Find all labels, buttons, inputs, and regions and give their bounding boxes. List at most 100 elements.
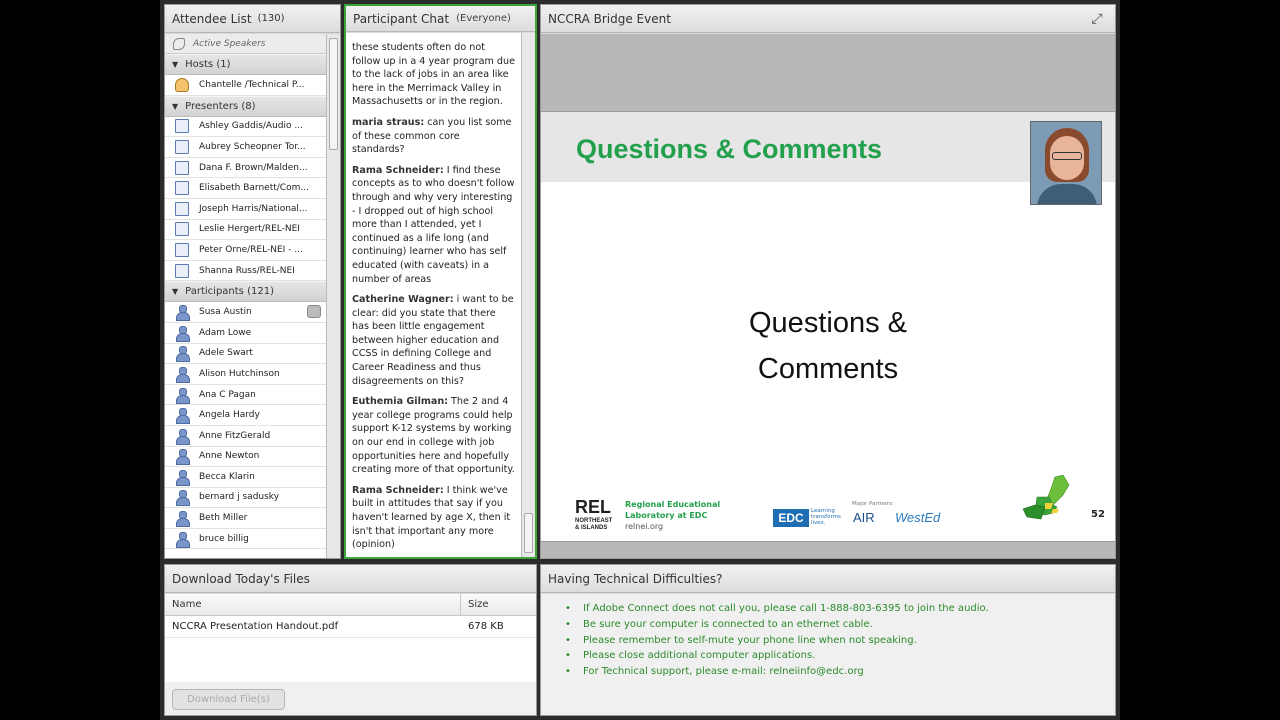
chat-scope[interactable]: (Everyone): [456, 13, 511, 24]
attendee-name: bruce billig: [199, 533, 249, 544]
attendee-name: Joseph Harris/National...: [199, 203, 308, 214]
files-pod-header: Download Today's Files: [165, 565, 536, 593]
attendee-row[interactable]: Susa Austin: [165, 302, 327, 323]
file-name: NCCRA Presentation Handout.pdf: [172, 621, 339, 632]
presenter-icon: [175, 201, 189, 216]
participant-icon: [175, 449, 190, 466]
attendee-row[interactable]: Adam Lowe: [165, 323, 327, 344]
chat-messages: these students often do not follow up in…: [346, 33, 521, 557]
scrollbar-thumb[interactable]: [329, 38, 338, 150]
share-content-area: Questions & Comments Questions & Comment…: [541, 34, 1115, 558]
wested-logo: WestEd: [895, 510, 941, 525]
fullscreen-icon[interactable]: ⤢: [1089, 11, 1105, 27]
chat-author: Rama Schneider:: [352, 164, 444, 176]
attendee-row[interactable]: Chantelle /Technical P...: [165, 75, 327, 96]
photo-shirt: [1037, 184, 1097, 204]
attendee-name: Shanna Russ/REL-NEI: [199, 265, 295, 276]
attendee-row[interactable]: Dana F. Brown/Malden...: [165, 158, 327, 179]
presenter-icon: [175, 139, 189, 154]
download-files-button[interactable]: Download File(s): [172, 689, 285, 710]
attendee-row[interactable]: Becca Klarin: [165, 467, 327, 488]
chat-scrollbar[interactable]: [521, 33, 535, 557]
new-england-map-icon: [1023, 475, 1070, 520]
chat-text: I find these concepts as to who doesn't …: [352, 164, 515, 285]
photo-glasses: [1052, 152, 1082, 160]
participant-icon: [175, 346, 190, 363]
attendee-scrollbar[interactable]: [326, 34, 340, 558]
active-speakers-row[interactable]: Active Speakers: [165, 34, 327, 54]
attendee-row[interactable]: Peter Orne/REL-NEI - ...: [165, 240, 327, 261]
chat-message: Rama Schneider: I think we've built in a…: [352, 484, 515, 552]
attendee-row[interactable]: Adele Swart: [165, 344, 327, 365]
tech-note: Be sure your computer is connected to an…: [565, 617, 1115, 633]
rel-logo-sub2: & ISLANDS: [575, 525, 608, 531]
file-size: 678 KB: [468, 621, 504, 632]
attendee-row[interactable]: bruce billig: [165, 529, 327, 550]
attendee-name: Angela Hardy: [199, 410, 260, 421]
tech-note: Please close additional computer applica…: [565, 648, 1115, 664]
chat-text: i want to be clear: did you state that t…: [352, 294, 514, 387]
file-row[interactable]: NCCRA Presentation Handout.pdf 678 KB: [165, 616, 536, 638]
attendee-row[interactable]: Joseph Harris/National...: [165, 199, 327, 220]
chat-text: The 2 and 4 year college programs could …: [352, 396, 515, 476]
attendee-row[interactable]: Anne Newton: [165, 447, 327, 468]
participant-icon: [175, 366, 190, 383]
attendee-row[interactable]: Beth Miller: [165, 508, 327, 529]
attendee-name: Peter Orne/REL-NEI - ...: [199, 244, 303, 255]
attendee-name: Ashley Gaddis/Audio ...: [199, 121, 303, 132]
files-table: Name Size NCCRA Presentation Handout.pdf…: [165, 594, 536, 715]
slide-page-number: 52: [1091, 509, 1105, 520]
tech-note: If Adobe Connect does not call you, plea…: [565, 601, 1115, 617]
attendee-row[interactable]: Leslie Hergert/REL-NEI: [165, 220, 327, 241]
attendee-count: (130): [257, 13, 285, 24]
participant-icon: [175, 387, 190, 404]
attendee-row[interactable]: Elisabeth Barnett/Com...: [165, 178, 327, 199]
scrollbar-thumb[interactable]: [524, 513, 533, 553]
collapse-triangle-icon[interactable]: ▼: [172, 60, 178, 69]
presenter-icon: [175, 160, 189, 175]
presenter-icon: [175, 263, 189, 278]
chat-author: Euthemia Gilman:: [352, 396, 448, 408]
participant-icon: [175, 511, 190, 528]
column-size-header[interactable]: Size: [461, 594, 536, 615]
group-presenters[interactable]: ▼ Presenters (8): [165, 95, 327, 117]
attendee-name: Leslie Hergert/REL-NEI: [199, 224, 300, 235]
attendee-name: Ana C Pagan: [199, 389, 256, 400]
partners-label: Major Partners:: [852, 501, 894, 507]
presentation-slide: Questions & Comments Questions & Comment…: [541, 111, 1115, 542]
air-logo: AIR: [853, 510, 875, 525]
share-pod-header: NCCRA Bridge Event ⤢: [541, 5, 1115, 33]
group-hosts-label: Hosts (1): [185, 59, 231, 70]
attendee-row[interactable]: Angela Hardy: [165, 405, 327, 426]
rel-description: Regional Educational Laboratory at EDC r…: [625, 499, 720, 532]
phone-icon: [173, 37, 185, 50]
tech-pod-header: Having Technical Difficulties?: [541, 565, 1115, 593]
chat-author: Rama Schneider:: [352, 484, 444, 496]
group-hosts[interactable]: ▼ Hosts (1): [165, 54, 327, 75]
chat-title: Participant Chat: [353, 11, 450, 26]
technical-difficulties-pod: Having Technical Difficulties? If Adobe …: [540, 564, 1116, 716]
attendee-row[interactable]: Alison Hutchinson: [165, 364, 327, 385]
edc-tagline: Learning transforms lives.: [811, 508, 841, 526]
attendee-pod-header: Attendee List (130): [165, 5, 340, 33]
participant-icon: [175, 325, 190, 342]
attendee-row[interactable]: Ashley Gaddis/Audio ...: [165, 117, 327, 138]
attendee-row[interactable]: Aubrey Scheopner Tor...: [165, 137, 327, 158]
attendee-row[interactable]: bernard j sadusky: [165, 488, 327, 509]
attendee-row[interactable]: Shanna Russ/REL-NEI: [165, 261, 327, 282]
files-title: Download Today's Files: [172, 571, 310, 586]
column-name-header[interactable]: Name: [165, 594, 461, 615]
attendee-list-pod: Attendee List (130) Active Speakers ▼ Ho…: [164, 4, 341, 559]
participant-chat-pod: Participant Chat (Everyone) these studen…: [344, 4, 537, 559]
share-pod: NCCRA Bridge Event ⤢ Questions & Comment…: [540, 4, 1116, 559]
attendee-row[interactable]: Ana C Pagan: [165, 385, 327, 406]
group-participants-label: Participants (121): [185, 286, 274, 298]
collapse-triangle-icon[interactable]: ▼: [172, 102, 178, 111]
participant-icon: [175, 408, 190, 425]
collapse-triangle-icon[interactable]: ▼: [172, 287, 178, 296]
group-participants[interactable]: ▼ Participants (121): [165, 281, 327, 303]
presenter-photo: [1030, 121, 1102, 205]
attendee-row[interactable]: Anne FitzGerald: [165, 426, 327, 447]
attendee-name: Anne FitzGerald: [199, 430, 271, 441]
participant-icon: [175, 531, 190, 548]
